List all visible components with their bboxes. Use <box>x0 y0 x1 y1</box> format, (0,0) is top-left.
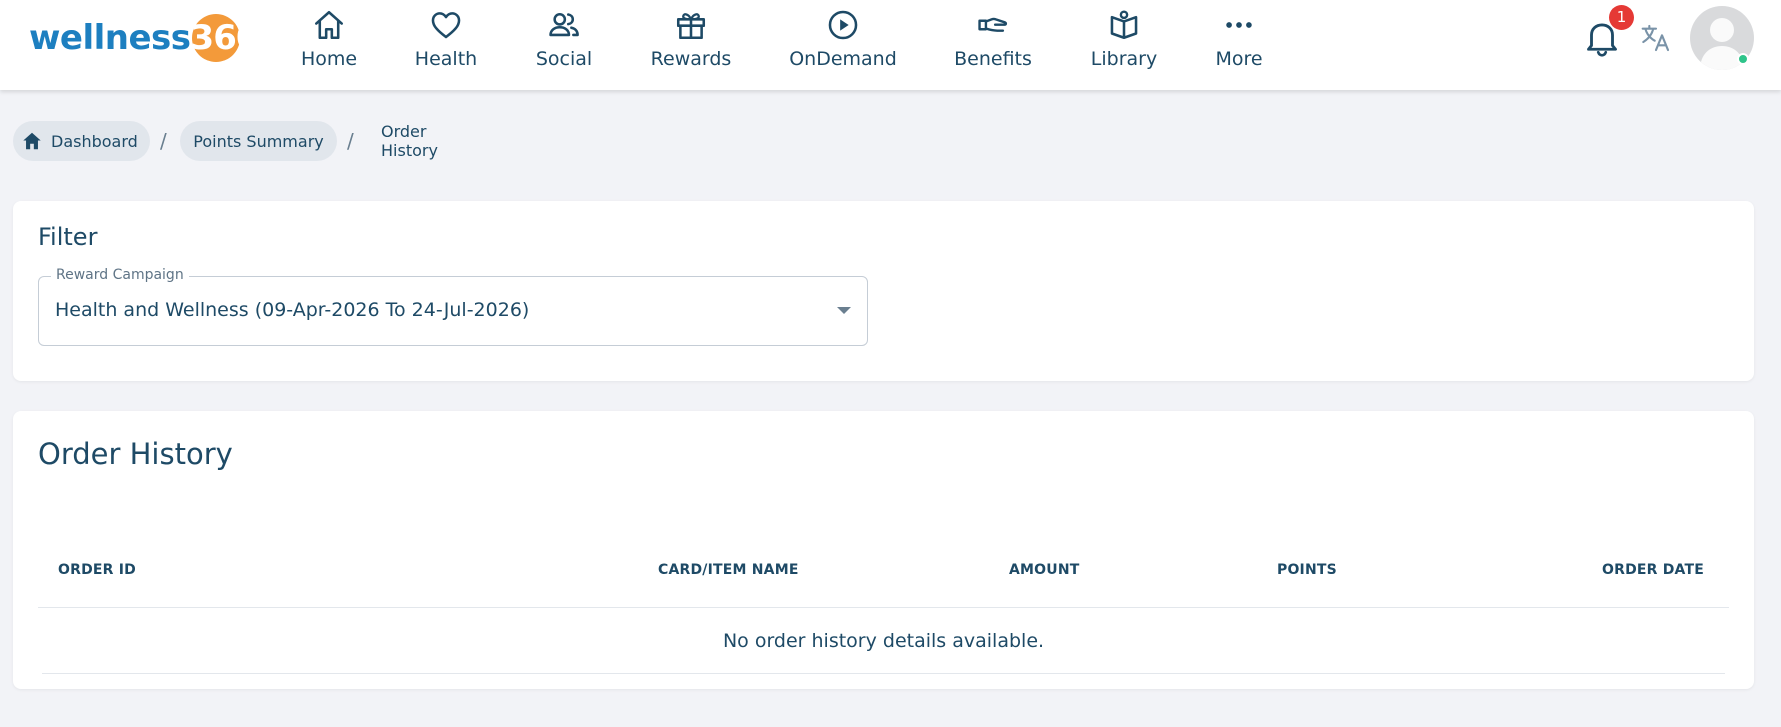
nav-label-library: Library <box>1090 48 1158 70</box>
nav-item-home[interactable]: Home <box>294 8 364 80</box>
order-history-table: ORDER ID CARD/ITEM NAME AMOUNT POINTS OR… <box>38 548 1729 674</box>
logo-number: 360 <box>190 14 260 62</box>
breadcrumb-label: Dashboard <box>51 131 138 151</box>
column-header-order-id[interactable]: ORDER ID <box>58 562 136 578</box>
nav-label-ondemand: OnDemand <box>789 48 897 70</box>
online-status-dot <box>1737 53 1749 65</box>
logo-number-text: 360 <box>190 18 260 58</box>
hand-icon <box>978 17 1008 32</box>
nav-item-benefits[interactable]: Benefits <box>948 8 1038 80</box>
order-history-card: Order History ORDER ID CARD/ITEM NAME AM… <box>13 411 1754 689</box>
nav-item-library[interactable]: Library <box>1086 8 1162 80</box>
column-header-amount[interactable]: AMOUNT <box>1009 562 1080 578</box>
play-circle-icon <box>828 10 858 40</box>
logo-word: wellness <box>29 18 191 58</box>
home-icon <box>314 10 344 40</box>
home-icon <box>23 132 41 150</box>
people-icon <box>549 12 579 37</box>
breadcrumb-dashboard[interactable]: Dashboard <box>13 121 150 161</box>
heart-icon <box>431 12 461 39</box>
filter-card: Filter Reward Campaign Health and Wellne… <box>13 201 1754 381</box>
nav-item-health[interactable]: Health <box>410 8 482 80</box>
top-navigation-bar: wellness 360 Home Health Social Rewards … <box>0 0 1781 90</box>
table-empty-row: No order history details available. <box>42 608 1725 674</box>
book-icon <box>1110 10 1138 40</box>
reward-campaign-value: Health and Wellness (09-Apr-2026 To 24-J… <box>55 299 530 321</box>
gift-icon <box>676 13 706 40</box>
nav-label-health: Health <box>414 48 478 70</box>
nav-label-social: Social <box>535 48 593 70</box>
breadcrumb-current: Order History <box>381 121 438 161</box>
column-header-card-item-name[interactable]: CARD/ITEM NAME <box>658 562 799 578</box>
nav-item-ondemand[interactable]: OnDemand <box>788 8 898 80</box>
nav-item-rewards[interactable]: Rewards <box>649 8 733 80</box>
order-history-title: Order History <box>38 437 233 471</box>
filter-title: Filter <box>38 223 98 251</box>
dropdown-arrow-icon <box>837 307 851 314</box>
reward-campaign-select[interactable]: Reward Campaign Health and Wellness (09-… <box>38 267 868 346</box>
breadcrumb-points-summary[interactable]: Points Summary <box>180 121 337 161</box>
column-header-points[interactable]: POINTS <box>1277 562 1337 578</box>
nav-label-rewards: Rewards <box>650 48 732 70</box>
wellness360-logo[interactable]: wellness 360 <box>29 14 260 62</box>
breadcrumb-label: Points Summary <box>193 131 324 151</box>
breadcrumb-separator: / <box>160 129 167 153</box>
nav-item-more[interactable]: More <box>1210 8 1268 80</box>
more-dots-icon <box>1226 22 1252 28</box>
breadcrumb-separator: / <box>347 129 354 153</box>
empty-message: No order history details available. <box>722 630 1045 652</box>
table-header-row: ORDER ID CARD/ITEM NAME AMOUNT POINTS OR… <box>38 548 1729 608</box>
reward-campaign-label: Reward Campaign <box>51 267 189 283</box>
nav-item-social[interactable]: Social <box>530 8 598 80</box>
column-header-order-date[interactable]: ORDER DATE <box>1602 562 1704 578</box>
nav-label-more: More <box>1215 48 1263 70</box>
translate-icon[interactable] <box>1640 22 1672 54</box>
notification-badge: 1 <box>1609 5 1634 30</box>
nav-label-home: Home <box>300 48 358 70</box>
nav-label-benefits: Benefits <box>954 48 1032 70</box>
breadcrumb-label: Order History <box>381 122 438 160</box>
